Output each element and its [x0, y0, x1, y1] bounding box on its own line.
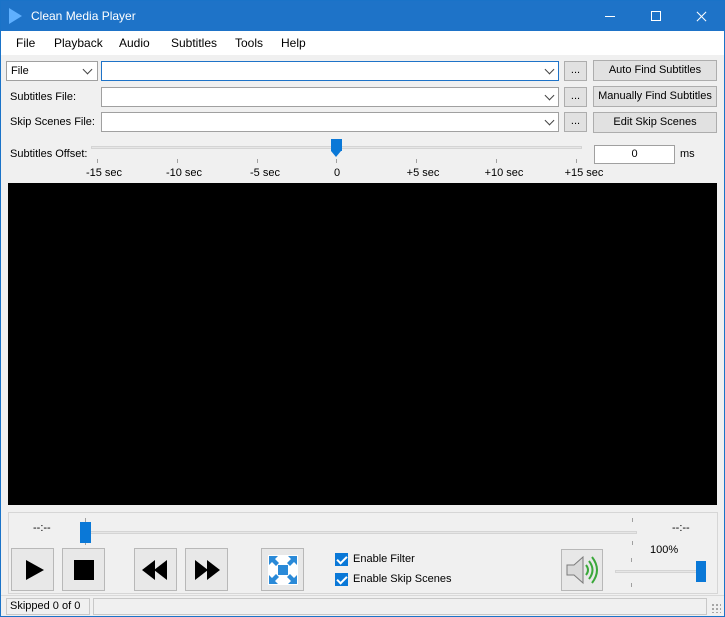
offset-tick [576, 159, 577, 163]
menu-file[interactable]: File [16, 36, 35, 50]
app-window: Clean Media Player File Playback Audio S… [0, 0, 725, 617]
stop-icon [74, 560, 94, 580]
menu-playback[interactable]: Playback [54, 36, 103, 50]
skipped-status: Skipped 0 of 0 [6, 598, 90, 615]
offset-tick-label: -10 sec [165, 167, 203, 179]
skip-scenes-file-label: Skip Scenes File: [10, 116, 95, 128]
offset-tick-label: -5 sec [250, 167, 280, 179]
skip-scenes-path-combo[interactable] [101, 112, 559, 132]
menu-bar: File Playback Audio Subtitles Tools Help [1, 31, 724, 55]
offset-tick-label: 0 [333, 167, 341, 179]
mute-button[interactable] [561, 549, 603, 591]
subtitles-file-label: Subtitles File: [10, 91, 77, 103]
volume-tick [631, 558, 632, 562]
subtitles-offset-label: Subtitles Offset: [10, 148, 88, 160]
play-triangle-icon [9, 8, 22, 24]
speaker-icon [566, 555, 598, 585]
browse-media-button[interactable]: ... [564, 61, 587, 81]
volume-percent: 100% [650, 544, 679, 556]
browse-subtitles-button[interactable]: ... [564, 87, 587, 107]
video-display[interactable] [8, 183, 717, 505]
media-path-combo[interactable] [101, 61, 559, 81]
edit-skip-scenes-button[interactable]: Edit Skip Scenes [593, 112, 717, 133]
seek-tick [632, 518, 633, 522]
menu-audio[interactable]: Audio [119, 36, 150, 50]
offset-tick [257, 159, 258, 163]
subtitles-path-combo[interactable] [101, 87, 559, 107]
offset-tick [496, 159, 497, 163]
minimize-button[interactable] [587, 1, 633, 31]
enable-skip-scenes-label[interactable]: Enable Skip Scenes [353, 573, 451, 585]
volume-thumb[interactable] [696, 561, 706, 582]
status-bar: Skipped 0 of 0 [1, 595, 724, 616]
stop-button[interactable] [62, 548, 105, 591]
subtitles-offset-thumb[interactable] [331, 139, 342, 157]
volume-tick [631, 583, 632, 587]
status-panel [93, 598, 707, 615]
chevron-down-icon[interactable] [544, 115, 555, 126]
enable-filter-checkbox[interactable] [335, 553, 348, 566]
volume-track[interactable] [615, 570, 704, 573]
chevron-down-icon [82, 64, 93, 75]
manually-find-subtitles-button[interactable]: Manually Find Subtitles [593, 86, 717, 107]
fast-forward-button[interactable] [185, 548, 228, 591]
fullscreen-button[interactable] [261, 548, 304, 591]
seek-track[interactable] [82, 531, 637, 534]
browse-skip-scenes-button[interactable]: ... [564, 112, 587, 132]
resize-grip-icon[interactable] [711, 603, 721, 613]
close-button[interactable] [678, 1, 724, 31]
source-type-select[interactable]: File [6, 61, 98, 81]
offset-tick-label: -15 sec [85, 167, 123, 179]
seek-thumb[interactable] [80, 522, 91, 543]
subtitles-offset-input[interactable]: 0 [594, 145, 675, 164]
offset-tick-label: +15 sec [564, 167, 604, 179]
rewind-button[interactable] [134, 548, 177, 591]
play-button[interactable] [11, 548, 54, 591]
auto-find-subtitles-button[interactable]: Auto Find Subtitles [593, 60, 717, 81]
offset-tick-label: +5 sec [406, 167, 440, 179]
enable-filter-label[interactable]: Enable Filter [353, 553, 415, 565]
window-title: Clean Media Player [31, 9, 136, 23]
play-icon [26, 560, 44, 580]
remaining-time: --:-- [672, 522, 690, 534]
seek-tick [632, 541, 633, 545]
menu-subtitles[interactable]: Subtitles [171, 36, 217, 50]
title-bar: Clean Media Player [1, 1, 724, 31]
chevron-down-icon[interactable] [544, 64, 555, 75]
chevron-down-icon[interactable] [544, 90, 555, 101]
offset-tick [336, 159, 337, 163]
maximize-button[interactable] [633, 1, 679, 31]
offset-tick [177, 159, 178, 163]
offset-tick [97, 159, 98, 163]
elapsed-time: --:-- [33, 522, 51, 534]
fullscreen-icon [268, 555, 298, 585]
menu-help[interactable]: Help [281, 36, 306, 50]
offset-unit-label: ms [680, 148, 695, 160]
source-type-value: File [11, 65, 29, 77]
enable-skip-scenes-checkbox[interactable] [335, 573, 348, 586]
offset-tick-label: +10 sec [484, 167, 524, 179]
offset-tick [416, 159, 417, 163]
menu-tools[interactable]: Tools [235, 36, 263, 50]
